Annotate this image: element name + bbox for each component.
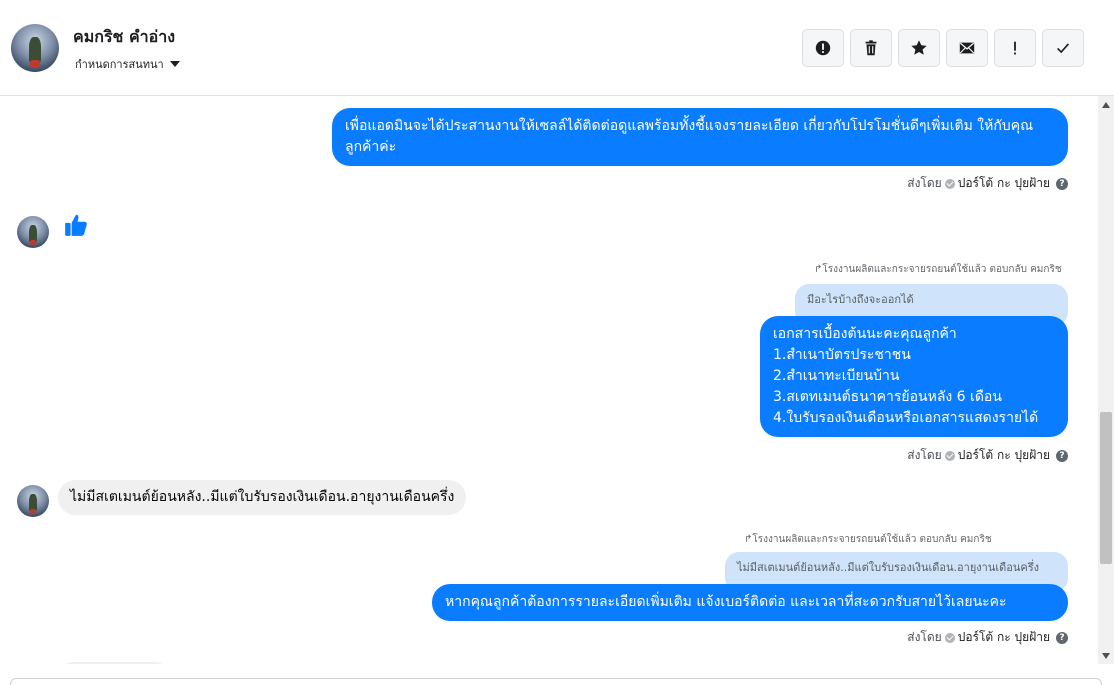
message-thread[interactable]: เพื่อแอดมินจะได้ประสานงานให้เซลล์ได้ติดต… (0, 96, 1098, 664)
reply-indicator: ↱โรงงานผลิตและกระจายรถยนต์ใช้แล้ว ตอบกลั… (814, 262, 1062, 277)
message-text: หากคุณลูกค้าต้องการรายละเอียดเพิ่มเติม แ… (445, 594, 1007, 610)
quoted-text: มีอะไรบ้างถึงจะออกได้ (807, 293, 914, 306)
outgoing-message[interactable]: หากคุณลูกค้าต้องการรายละเอียดเพิ่มเติม แ… (432, 584, 1068, 621)
help-icon[interactable]: ? (1056, 449, 1068, 462)
sent-by-prefix: ส่งโดย (907, 630, 942, 644)
help-icon[interactable]: ? (1056, 631, 1068, 644)
done-button[interactable] (1042, 29, 1084, 67)
sender-name[interactable]: ปอร์โต้ กะ ปุยฝ้าย (958, 446, 1050, 465)
delete-button[interactable] (850, 29, 892, 67)
trash-icon (865, 40, 877, 56)
conversation-settings-label: กำหนดการสนทนา (75, 58, 164, 71)
scroll-thumb[interactable] (1100, 412, 1112, 564)
message-text: เพื่อแอดมินจะได้ประสานงานให้เซลล์ได้ติดต… (345, 118, 1034, 155)
sent-by-prefix: ส่งโดย (907, 176, 942, 190)
message-line: 2.สำเนาทะเบียนบ้าน (773, 368, 900, 384)
reply-indicator: ↱โรงงานผลิตและกระจายรถยนต์ใช้แล้ว ตอบกลั… (744, 532, 992, 547)
follow-up-button[interactable] (994, 29, 1036, 67)
message-line: 1.สำเนาบัตรประชาชน (773, 347, 911, 363)
sent-by-info: ส่งโดย ปอร์โต้ กะ ปุยฝ้าย ? (907, 446, 1068, 465)
sent-by-info: ส่งโดย ปอร์โต้ กะ ปุยฝ้าย ? (907, 174, 1068, 193)
conversation-header: คมกริช คำอ่าง กำหนดการสนทนา (0, 0, 1114, 96)
quoted-text: ไม่มีสเตเมนต์ย้อนหลัง..มีแต่ใบรับรองเงิน… (737, 561, 1040, 574)
mark-unread-button[interactable] (946, 29, 988, 67)
sender-name[interactable]: ปอร์โต้ กะ ปุยฝ้าย (958, 628, 1050, 647)
message-line: 4.ใบรับรองเงินเดือนหรือเอกสารแสดงรายได้ (773, 410, 1039, 426)
contact-name[interactable]: คมกริช คำอ่าง (73, 25, 175, 50)
conversation-settings-dropdown[interactable]: กำหนดการสนทนา (75, 55, 180, 73)
verified-check-icon (944, 450, 955, 461)
reply-meta-text: โรงงานผลิตและกระจายรถยนต์ใช้แล้ว ตอบกลับ… (822, 264, 1062, 275)
caret-down-icon (169, 61, 180, 67)
envelope-icon (959, 42, 975, 54)
sent-by-info: ส่งโดย ปอร์โต้ กะ ปุยฝ้าย ? (907, 628, 1068, 647)
spam-button[interactable] (802, 29, 844, 67)
contact-avatar-small[interactable] (17, 216, 49, 248)
sent-by-prefix: ส่งโดย (907, 448, 942, 462)
incoming-message[interactable]: ไม่มีสเตเมนต์ย้อนหลัง..มีแต่ใบรับรองเงิน… (58, 480, 467, 515)
star-button[interactable] (898, 29, 940, 67)
message-line: 3.สเตทเมนต์ธนาคารย้อนหลัง 6 เดือน (773, 389, 1002, 405)
scroll-up-arrow-icon[interactable] (1102, 102, 1110, 108)
outgoing-message[interactable]: เพื่อแอดมินจะได้ประสานงานให้เซลล์ได้ติดต… (332, 108, 1068, 166)
sender-name[interactable]: ปอร์โต้ กะ ปุยฝ้าย (958, 174, 1050, 193)
conversation-toolbar (802, 29, 1084, 67)
message-composer[interactable] (10, 678, 1102, 685)
message-line: เอกสารเบื้องต้นนะคะคุณลูกค้า (773, 326, 957, 342)
thread-scrollbar[interactable] (1098, 96, 1114, 664)
exclamation-icon (1014, 41, 1016, 55)
scroll-down-arrow-icon[interactable] (1102, 653, 1110, 659)
verified-check-icon (944, 178, 955, 189)
outgoing-message[interactable]: เอกสารเบื้องต้นนะคะคุณลูกค้า 1.สำเนาบัตร… (760, 316, 1068, 437)
thumbs-up-icon (65, 214, 87, 236)
help-icon[interactable]: ? (1056, 177, 1068, 190)
incoming-message-partial[interactable] (62, 662, 166, 664)
checkmark-icon (1057, 43, 1070, 54)
message-text: ไม่มีสเตเมนต์ย้อนหลัง..มีแต่ใบรับรองเงิน… (70, 489, 455, 505)
star-icon (911, 40, 927, 55)
contact-avatar[interactable] (11, 24, 59, 72)
reply-meta-text: โรงงานผลิตและกระจายรถยนต์ใช้แล้ว ตอบกลับ… (752, 534, 992, 545)
alert-circle-icon (815, 40, 831, 56)
contact-avatar-small[interactable] (17, 485, 49, 517)
verified-check-icon (944, 632, 955, 643)
